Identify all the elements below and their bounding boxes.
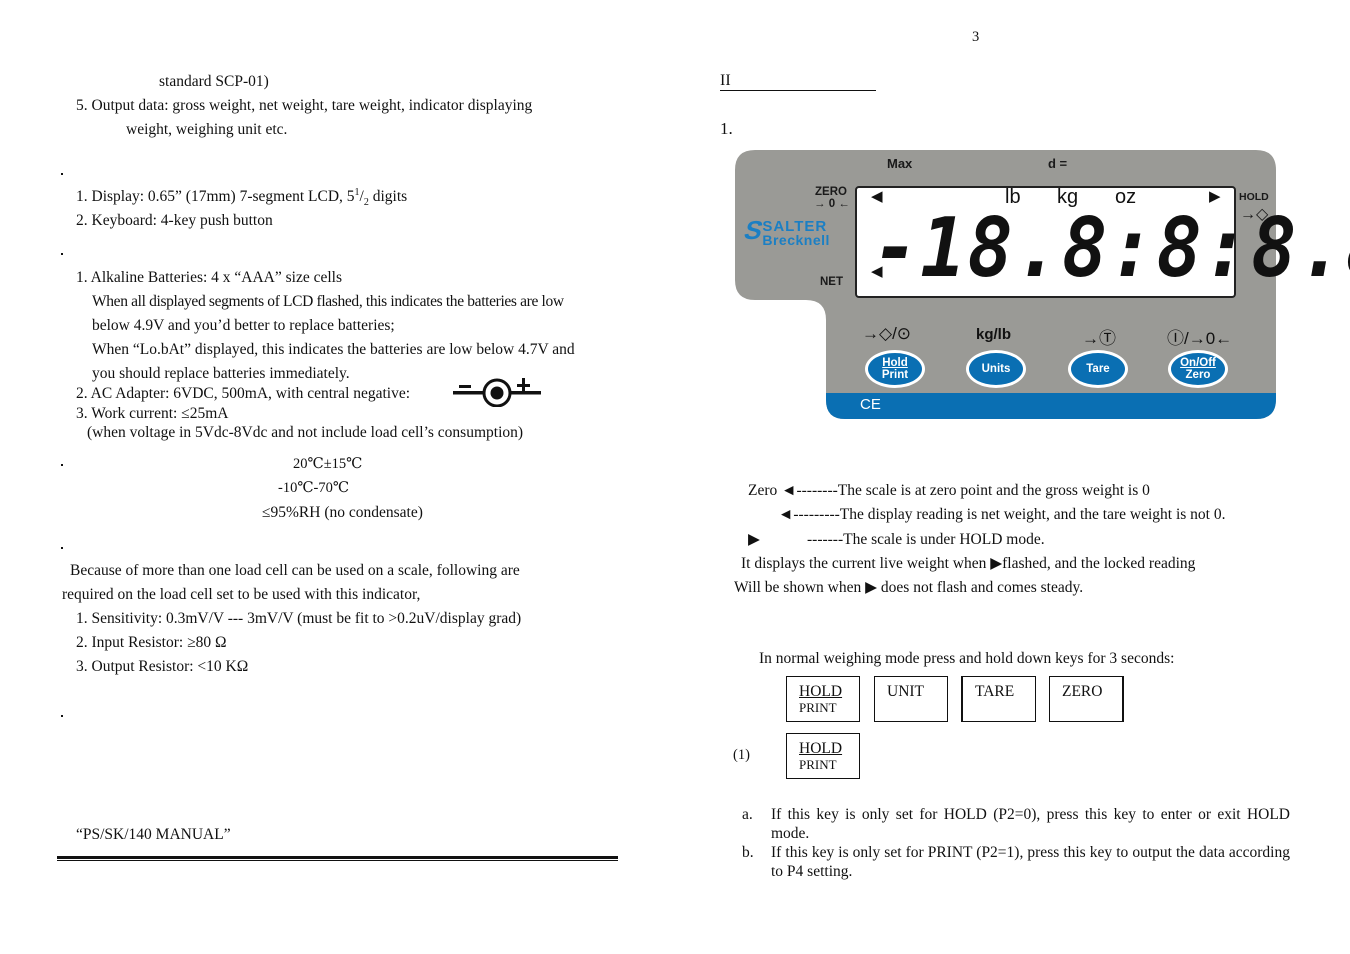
note-text: If this key is only set for PRINT (P2=1)… [771,844,1290,880]
key-tare: TARE [961,676,1036,722]
loadcell-output-resistor: 3. Output Resistor: <10 KΩ [76,658,249,675]
env-operating-temp: 20℃±15℃ [293,456,363,472]
indicator-net: ◄---------The display reading is net wei… [778,506,1225,524]
ce-mark-icon: CE [860,396,881,413]
units-button[interactable]: Units [966,350,1026,388]
spec-work-current: 3. Work current: ≤25mA [76,405,229,422]
lcd-display: ◀ ◀ ▶ lb kg oz -18.8:8:8.8 [855,186,1350,298]
lcd-digits: -18.8:8:8.8 [873,201,1350,296]
indicator-zero: Zero ◄--------The scale is at zero point… [748,482,1150,500]
spec-keyboard: 2. Keyboard: 4-key push button [76,212,273,229]
key-label: ZERO [1062,683,1103,700]
spec-ac-adapter: 2. AC Adapter: 6VDC, 500mA, with central… [76,385,411,402]
loadcell-intro: Because of more than one load cell can b… [70,562,520,579]
button-label: Hold [882,356,908,369]
section-bullet [61,464,63,466]
key-label: TARE [975,683,1015,700]
polarity-icon [453,378,541,407]
indicator-hold: ▶ -------The scale is under HOLD mode. [748,530,1045,549]
env-humidity: ≤95%RH (no condensate) [262,504,423,521]
button-label: Zero [1185,369,1211,381]
hold-print-notes: a. If this key is only set for HOLD (P2=… [742,805,1290,881]
hold-print-key-icon: →◇/⊙ [862,324,912,343]
note-item: b. If this key is only set for PRINT (P2… [742,843,1290,881]
spec-battery-note: When all displayed segments of LCD flash… [92,293,564,310]
hold-note: It displays the current live weight when… [741,555,1196,572]
key-label-top: HOLD [799,740,843,757]
section-bullet [61,715,63,717]
button-label: On/Off [1180,356,1216,369]
sub-item-label: (1) [733,747,750,763]
indicator-net-text: ---------The display reading is net weig… [793,506,1226,523]
key-label: UNIT [887,683,925,700]
key-label-top: HOLD [799,683,843,700]
spec-display: 1. Display: 0.65” (17mm) 7-segment LCD, … [76,187,408,207]
hold-print-button[interactable]: Hold Print [865,350,925,388]
manual-reference: “PS/SK/140 MANUAL” [76,826,231,843]
indicator-zero-text: --------The scale is at zero point and t… [796,482,1150,499]
zero-symbol: → 0 ← [814,198,850,210]
button-label: Tare [1086,362,1110,375]
scale-front-panel: Max d = ZERO → 0 ← S SALTER Brecknell NE… [735,150,1350,419]
sub-item-key-hold-print: HOLD PRINT [786,733,860,779]
d-label: d = [1048,156,1068,171]
section-bullet [61,173,63,175]
note-label: b. [742,844,754,861]
indicator-hold-text: -------The scale is under HOLD mode. [807,531,1045,548]
note-text: If this key is only set for HOLD (P2=0),… [771,806,1290,842]
spec-output-data-cont: weight, weighing unit etc. [126,121,288,138]
loadcell-sensitivity: 1. Sensitivity: 0.3mV/V --- 3mV/V (must … [76,610,522,627]
zero-indicator-label: ZERO [815,186,847,198]
max-label: Max [887,156,913,171]
footer-rule [57,856,618,861]
tare-key-icon: →Ⓣ [1082,329,1116,348]
spec-battery-note: When “Lo.bAt” displayed, this indicates … [92,341,575,358]
env-storage-temp: -10℃-70℃ [278,480,350,496]
tare-button[interactable]: Tare [1068,350,1128,388]
spec-output-data: 5. Output data: gross weight, net weight… [76,97,533,114]
key-label-bottom: PRINT [799,700,837,716]
button-label: Print [881,369,909,381]
onoff-zero-button[interactable]: On/Off Zero [1168,350,1228,388]
spec-standard-line: standard SCP-01) [159,73,269,90]
net-indicator-label: NET [820,276,843,288]
section-heading-rule [720,90,876,91]
spec-battery-note: you should replace batteries immediately… [92,365,350,382]
key-zero: ZERO [1049,676,1124,722]
button-label: Units [981,362,1011,375]
spec-battery: 1. Alkaline Batteries: 4 x “AAA” size ce… [76,269,343,286]
indicator-net-symbol: ◄ [778,506,794,523]
key-unit: UNIT [874,676,948,722]
section-bullet [61,547,63,549]
units-key-icon: kg/lb [976,326,1012,343]
item-number: 1. [720,119,733,138]
indicator-hold-symbol: ▶ [748,531,760,548]
note-label: a. [742,806,753,823]
spec-work-current-note: (when voltage in 5Vdc-8Vdc and not inclu… [87,424,524,441]
onoff-zero-key-icon: Ⓘ/→0← [1167,329,1233,348]
keys-intro: In normal weighing mode press and hold d… [759,650,1175,667]
loadcell-intro-cont: required on the load cell set to be used… [62,586,421,603]
brand-logo: S SALTER Brecknell [741,215,830,249]
indicator-zero-symbol: Zero ◄ [748,482,797,499]
section-heading: II [720,72,731,89]
key-label-bottom: PRINT [799,757,837,773]
hold-note-cont: Will be shown when ▶ does not flash and … [734,579,1084,596]
key-hold-print: HOLD PRINT [786,676,860,722]
brand-name-2: Brecknell [762,232,830,249]
spec-battery-note: below 4.9V and you’d better to replace b… [92,317,395,334]
page-number: 3 [972,29,980,45]
display-text: 1. Display: 0.65” (17mm) 7-segment LCD, … [76,188,355,205]
display-post: digits [368,188,408,205]
section-bullet [61,253,63,255]
note-item: a. If this key is only set for HOLD (P2=… [742,805,1290,843]
loadcell-input-resistor: 2. Input Resistor: ≥80 Ω [76,634,227,651]
